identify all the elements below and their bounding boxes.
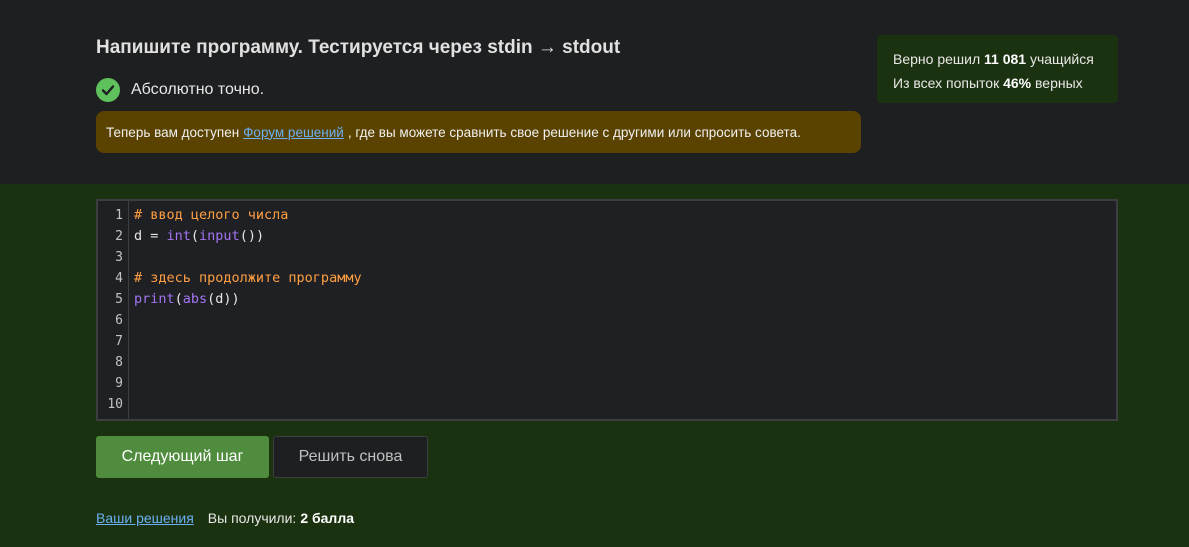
- forum-link[interactable]: Форум решений: [243, 125, 344, 140]
- code-line[interactable]: [134, 373, 362, 394]
- footer-bar: Ваши решения Вы получили: 2 балла: [96, 510, 354, 526]
- code-content[interactable]: # ввод целого числа d = int(input()) # зде…: [134, 205, 362, 415]
- code-comment: # здесь продолжите программу: [134, 270, 362, 286]
- percent-stat: Из всех попыток 46% верных: [893, 75, 1083, 91]
- line-number: 10: [107, 397, 123, 412]
- code-editor[interactable]: 1 2 3 4 5 6 7 8 9 10 # ввод целого числа d = int(i…: [96, 199, 1118, 421]
- solved-stat: Верно решил 11 081 учащийся: [893, 51, 1094, 67]
- result-status: Абсолютно точно.: [96, 78, 264, 102]
- code-token: (: [190, 228, 200, 244]
- code-function: print: [134, 291, 175, 307]
- code-function: int: [166, 228, 191, 244]
- line-number: 2: [115, 229, 123, 244]
- percent-value: 46%: [1003, 75, 1032, 91]
- code-line[interactable]: [134, 310, 362, 331]
- code-token: (: [174, 291, 183, 307]
- stats-box: Верно решил 11 081 учащийся Из всех попы…: [877, 35, 1118, 103]
- code-line[interactable]: # здесь продолжите программу: [134, 268, 362, 289]
- notice-text-after: , где вы можете сравнить свое решение с …: [347, 124, 801, 140]
- line-number: 3: [115, 250, 123, 265]
- code-line[interactable]: d = int(input()): [134, 226, 362, 247]
- solved-count: 11 081: [984, 51, 1027, 67]
- next-step-button[interactable]: Следующий шаг: [96, 436, 269, 478]
- line-number: 4: [115, 271, 123, 286]
- line-number-gutter: 1 2 3 4 5 6 7 8 9 10: [98, 201, 129, 419]
- line-number: 7: [115, 334, 123, 349]
- code-token: (d)): [207, 291, 240, 307]
- code-line[interactable]: [134, 247, 362, 268]
- notice-text-before: Теперь вам доступен: [106, 124, 240, 140]
- solve-again-button[interactable]: Решить снова: [273, 436, 428, 478]
- code-function: input: [199, 228, 240, 244]
- line-number: 9: [115, 376, 123, 391]
- code-comment: # ввод целого числа: [134, 207, 289, 223]
- line-number: 5: [115, 292, 123, 307]
- check-icon: [96, 78, 120, 102]
- code-line[interactable]: # ввод целого числа: [134, 205, 362, 226]
- line-number: 1: [115, 208, 123, 223]
- code-token: d =: [134, 228, 167, 244]
- forum-notice: Теперь вам доступен Форум решений , где …: [96, 111, 861, 153]
- score-label: Вы получили:: [207, 510, 297, 526]
- line-number: 6: [115, 313, 123, 328]
- task-title: Напишите программу. Тестируется через st…: [96, 37, 621, 58]
- code-function: abs: [182, 291, 208, 307]
- your-solutions-link[interactable]: Ваши решения: [96, 510, 194, 526]
- code-token: ()): [239, 228, 265, 244]
- score-value: 2 балла: [300, 510, 354, 526]
- code-line[interactable]: [134, 394, 362, 415]
- code-line[interactable]: [134, 331, 362, 352]
- line-number: 8: [115, 355, 123, 370]
- code-line[interactable]: [134, 352, 362, 373]
- result-text: Абсолютно точно.: [131, 81, 265, 98]
- code-line[interactable]: print(abs(d)): [134, 289, 362, 310]
